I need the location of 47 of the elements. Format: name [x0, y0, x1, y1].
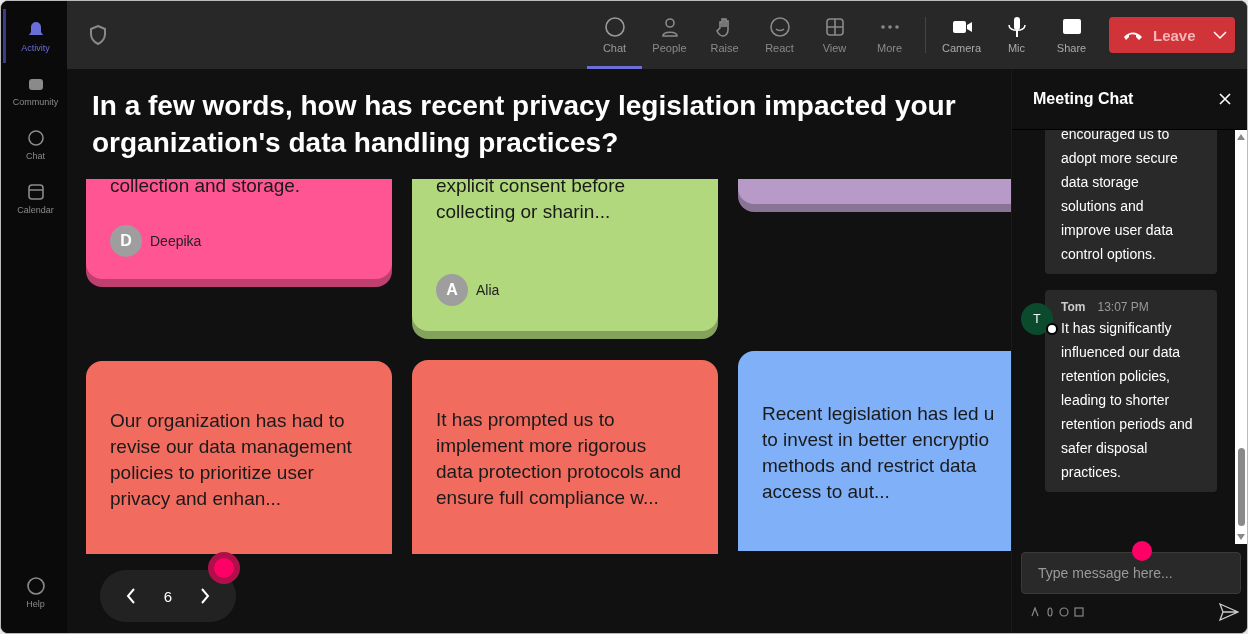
chevron-right-icon: [198, 587, 211, 605]
question-title: In a few words, how has recent privacy legislation impacted your organization's data handling practices?: [92, 89, 957, 160]
card-text: Recent legislation has led u to invest in better encryptio methods and restrict data access to aut...: [762, 402, 996, 504]
chat-icon: [25, 127, 46, 148]
message-text: It has significantly influenced our data retention policies, leading to shorter retention periods and safer disposal practices.: [1061, 319, 1194, 482]
toolbar-button[interactable]: People: [642, 1, 697, 69]
caret-icon: [1213, 30, 1227, 40]
rail-item[interactable]: Community: [3, 63, 65, 117]
close-button[interactable]: [1218, 92, 1232, 106]
author-name: Alia: [476, 282, 500, 298]
toolbar-button[interactable]: More: [862, 1, 917, 69]
author-avatar: D: [110, 225, 142, 257]
chevron-left-icon: [125, 587, 138, 605]
shield-icon: [89, 25, 107, 45]
rail-item[interactable]: Chat: [3, 117, 65, 171]
help-icon: [25, 575, 46, 596]
toolbar-button[interactable]: Share: [1044, 1, 1099, 69]
toolbar-button[interactable]: Chat: [587, 1, 642, 69]
presence-dot: [1046, 323, 1058, 335]
chat-title: Meeting Chat: [1033, 90, 1134, 108]
message-time: 13:07 PM: [1097, 300, 1149, 314]
toolbar-button[interactable]: Camera: [934, 1, 989, 69]
message-input[interactable]: Type message here...: [1021, 552, 1241, 594]
author-name: Deepika: [150, 233, 202, 249]
rail-item[interactable]: Calendar: [3, 171, 65, 225]
more-icon: [880, 25, 899, 29]
close-icon: [1218, 92, 1232, 106]
toolbar-button[interactable]: View: [807, 1, 862, 69]
help-item[interactable]: Help: [3, 565, 65, 619]
card-text: explicit consent before collecting or sharin...: [436, 179, 627, 224]
send-icon[interactable]: [1219, 603, 1239, 621]
sender-name: Tom: [1061, 300, 1086, 314]
page-number: 6: [163, 587, 173, 605]
toolbar-button[interactable]: Raise: [697, 1, 752, 69]
calendar-icon: [25, 181, 46, 202]
smile-icon: [768, 16, 791, 38]
toolbar-button[interactable]: Mic: [989, 1, 1044, 69]
grid-icon: [823, 16, 846, 38]
toolbar-button[interactable]: React: [752, 1, 807, 69]
author-avatar: A: [436, 274, 468, 306]
mic-icon: [1005, 16, 1028, 38]
card-text: Our organization has had to revise our data management policies to prioritize user privacy and enhan...: [110, 409, 353, 511]
card-text: It has prompted us to implement more rigorous data protection protocols and ensure full compliance w...: [436, 408, 683, 510]
chat-icon: [603, 16, 626, 38]
leave-button[interactable]: Leave: [1109, 17, 1235, 53]
scrollbar[interactable]: [1235, 130, 1247, 544]
card-text: collection and storage.: [110, 179, 302, 198]
